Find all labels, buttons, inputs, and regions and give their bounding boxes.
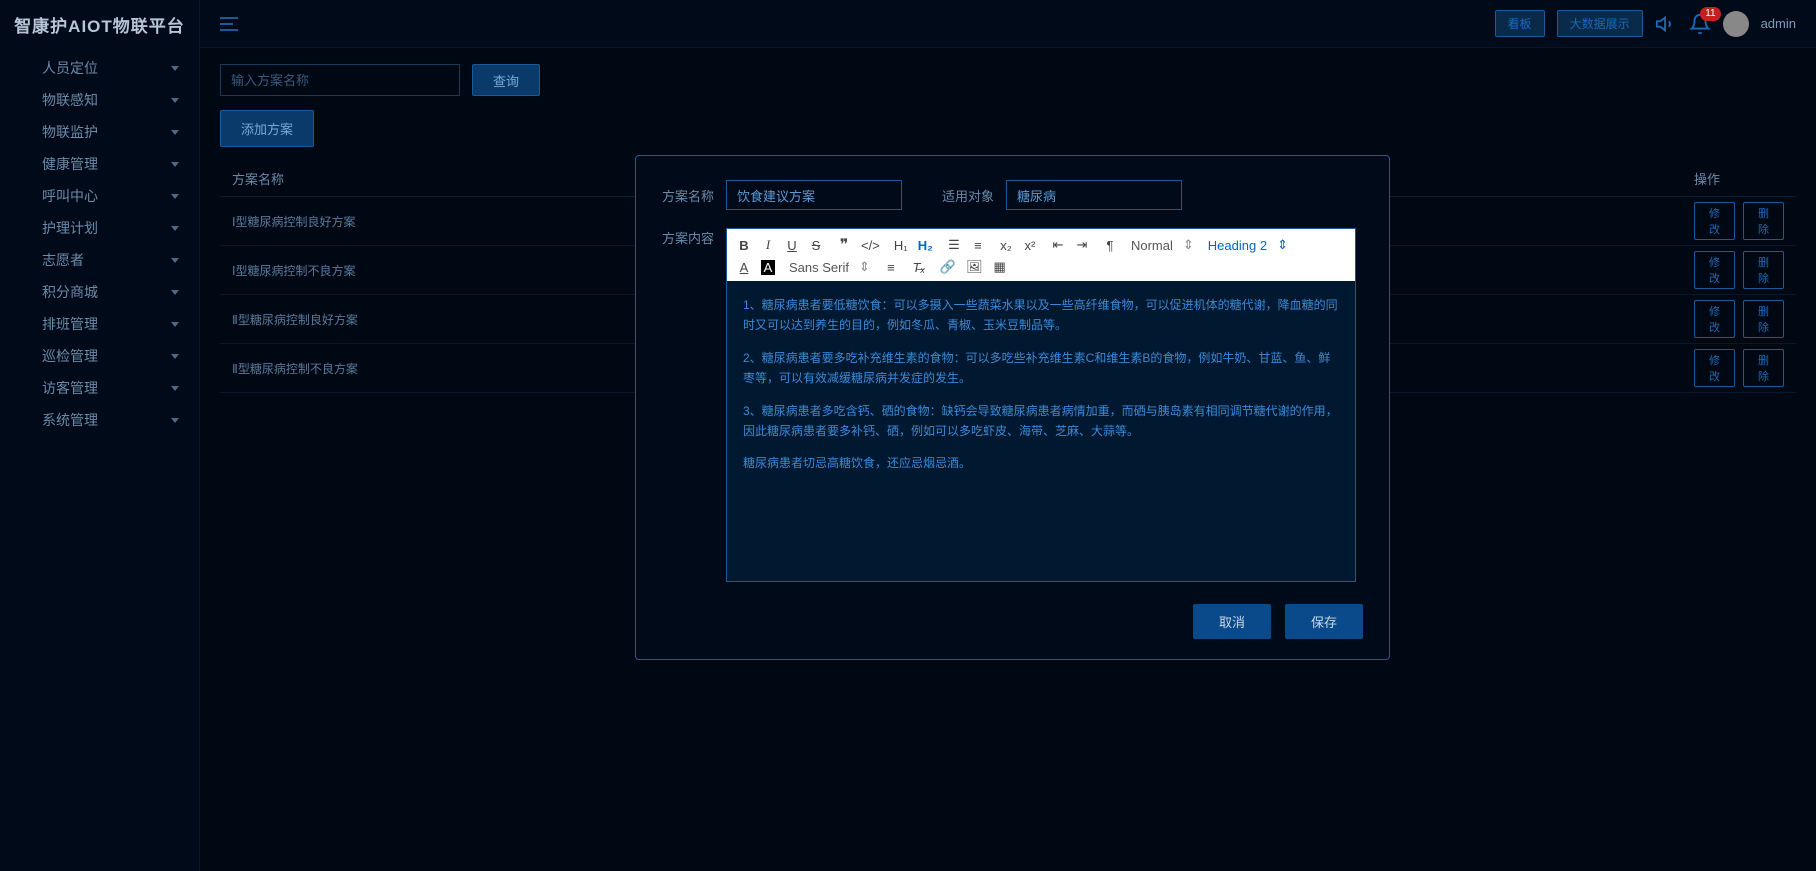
- chevron-down-icon: [171, 258, 179, 263]
- bigdata-button[interactable]: 大数据展示: [1557, 10, 1643, 37]
- chevron-down-icon: [171, 354, 179, 359]
- col-name: 方案名称: [220, 161, 494, 197]
- nav-item-callcenter[interactable]: 呼叫中心: [0, 180, 199, 212]
- edit-button[interactable]: 修改: [1694, 251, 1735, 289]
- cell-name: Ⅰ型糖尿病控制良好方案: [220, 197, 494, 246]
- editor-paragraph: 2、糖尿病患者要多吃补充维生素的食物：可以多吃些补充维生素C和维生素B的食物，例…: [743, 348, 1339, 389]
- chevron-down-icon: [171, 418, 179, 423]
- size-select[interactable]: Normal: [1131, 238, 1173, 253]
- nav-item-health[interactable]: 健康管理: [0, 148, 199, 180]
- delete-button[interactable]: 删除: [1743, 202, 1784, 240]
- header: 看板 大数据展示 11 admin: [200, 0, 1816, 48]
- bold-icon[interactable]: B: [737, 238, 751, 253]
- italic-icon[interactable]: I: [761, 237, 775, 253]
- list-ordered-icon[interactable]: ☰: [947, 237, 961, 253]
- delete-button[interactable]: 删除: [1743, 349, 1784, 387]
- editor-paragraph: 3、糖尿病患者多吃含钙、硒的食物：缺钙会导致糖尿病患者病情加重，而硒与胰岛素有相…: [743, 401, 1339, 442]
- video-icon[interactable]: ▦: [993, 259, 1007, 275]
- chevron-updown-icon: ⇕: [859, 259, 870, 275]
- chevron-down-icon: [171, 322, 179, 327]
- delete-button[interactable]: 删除: [1743, 300, 1784, 338]
- sidebar: 智康护AIOT物联平台 人员定位 物联感知 物联监护 健康管理 呼叫中心 护理计…: [0, 0, 200, 871]
- nav-item-volunteer[interactable]: 志愿者: [0, 244, 199, 276]
- h2-icon[interactable]: H₂: [918, 238, 933, 253]
- quote-icon[interactable]: ❞: [837, 235, 851, 255]
- rich-editor: B I U S ❞ </> H₁ H₂: [726, 228, 1356, 582]
- cell-name: Ⅱ型糖尿病控制不良方案: [220, 344, 494, 393]
- label-target: 适用对象: [942, 186, 998, 205]
- chevron-updown-icon: ⇕: [1277, 237, 1288, 253]
- delete-button[interactable]: 删除: [1743, 251, 1784, 289]
- cancel-button[interactable]: 取消: [1193, 604, 1271, 639]
- editor-toolbar: B I U S ❞ </> H₁ H₂: [727, 229, 1355, 281]
- chevron-down-icon: [171, 226, 179, 231]
- nav-item-points[interactable]: 积分商城: [0, 276, 199, 308]
- font-select[interactable]: Sans Serif: [789, 260, 849, 275]
- align-icon[interactable]: ≡: [884, 260, 898, 275]
- link-icon[interactable]: 🔗: [940, 259, 956, 275]
- outdent-icon[interactable]: ⇤: [1051, 237, 1065, 253]
- direction-icon[interactable]: ¶: [1103, 238, 1117, 253]
- chevron-down-icon: [171, 386, 179, 391]
- main: 看板 大数据展示 11 admin 查询 添加方案: [200, 0, 1816, 871]
- plan-name-input[interactable]: [726, 180, 902, 210]
- editor-paragraph: 糖尿病患者切忌高糖饮食，还应忌烟忌酒。: [743, 453, 1339, 473]
- h1-icon[interactable]: H₁: [894, 238, 908, 253]
- chevron-updown-icon: ⇕: [1183, 237, 1194, 253]
- strike-icon[interactable]: S: [809, 238, 823, 253]
- nav: 人员定位 物联感知 物联监护 健康管理 呼叫中心 护理计划 志愿者 积分商城 排…: [0, 48, 199, 436]
- notification-badge: 11: [1700, 7, 1720, 21]
- cell-name: Ⅱ型糖尿病控制良好方案: [220, 295, 494, 344]
- app-logo: 智康护AIOT物联平台: [0, 0, 199, 48]
- label-content: 方案内容: [662, 228, 718, 247]
- subscript-icon[interactable]: x₂: [999, 238, 1013, 253]
- nav-item-iot-sense[interactable]: 物联感知: [0, 84, 199, 116]
- target-input[interactable]: [1006, 180, 1182, 210]
- edit-plan-modal: 方案名称 适用对象 方案内容 B I U S: [635, 155, 1390, 660]
- collapse-sidebar-icon[interactable]: [220, 17, 238, 31]
- chevron-down-icon: [171, 194, 179, 199]
- cell-name: Ⅰ型糖尿病控制不良方案: [220, 246, 494, 295]
- nav-item-visitor[interactable]: 访客管理: [0, 372, 199, 404]
- search-input[interactable]: [220, 64, 460, 96]
- save-button[interactable]: 保存: [1285, 604, 1363, 639]
- underline-icon[interactable]: U: [785, 238, 799, 253]
- chevron-down-icon: [171, 162, 179, 167]
- nav-item-system[interactable]: 系统管理: [0, 404, 199, 436]
- list-bullet-icon[interactable]: ≡: [971, 238, 985, 253]
- edit-button[interactable]: 修改: [1694, 202, 1735, 240]
- chevron-down-icon: [171, 290, 179, 295]
- chevron-down-icon: [171, 66, 179, 71]
- edit-button[interactable]: 修改: [1694, 300, 1735, 338]
- speaker-icon[interactable]: [1655, 13, 1677, 35]
- kanban-button[interactable]: 看板: [1495, 10, 1545, 37]
- nav-item-schedule[interactable]: 排班管理: [0, 308, 199, 340]
- edit-button[interactable]: 修改: [1694, 349, 1735, 387]
- avatar[interactable]: [1723, 11, 1749, 37]
- code-icon[interactable]: </>: [861, 238, 880, 253]
- query-button[interactable]: 查询: [472, 64, 540, 96]
- heading-select[interactable]: Heading 2: [1208, 238, 1267, 253]
- chevron-down-icon: [171, 98, 179, 103]
- editor-body[interactable]: 1、糖尿病患者要低糖饮食：可以多摄入一些蔬菜水果以及一些高纤维食物，可以促进机体…: [727, 281, 1355, 581]
- indent-icon[interactable]: ⇥: [1075, 237, 1089, 253]
- nav-item-positioning[interactable]: 人员定位: [0, 52, 199, 84]
- add-plan-button[interactable]: 添加方案: [220, 110, 314, 147]
- search-toolbar: 查询: [220, 64, 1796, 96]
- bg-color-icon[interactable]: A: [761, 260, 775, 275]
- label-plan-name: 方案名称: [662, 186, 718, 205]
- image-icon[interactable]: 🖼: [966, 259, 983, 275]
- superscript-icon[interactable]: x²: [1023, 238, 1037, 253]
- nav-item-careplan[interactable]: 护理计划: [0, 212, 199, 244]
- editor-paragraph: 1、糖尿病患者要低糖饮食：可以多摄入一些蔬菜水果以及一些高纤维食物，可以促进机体…: [743, 295, 1339, 336]
- bell-icon[interactable]: 11: [1689, 13, 1711, 35]
- clear-format-icon[interactable]: T̶ₓ: [912, 260, 926, 275]
- text-color-icon[interactable]: A: [737, 260, 751, 275]
- nav-item-iot-monitor[interactable]: 物联监护: [0, 116, 199, 148]
- username: admin: [1761, 16, 1796, 31]
- nav-item-patrol[interactable]: 巡检管理: [0, 340, 199, 372]
- chevron-down-icon: [171, 130, 179, 135]
